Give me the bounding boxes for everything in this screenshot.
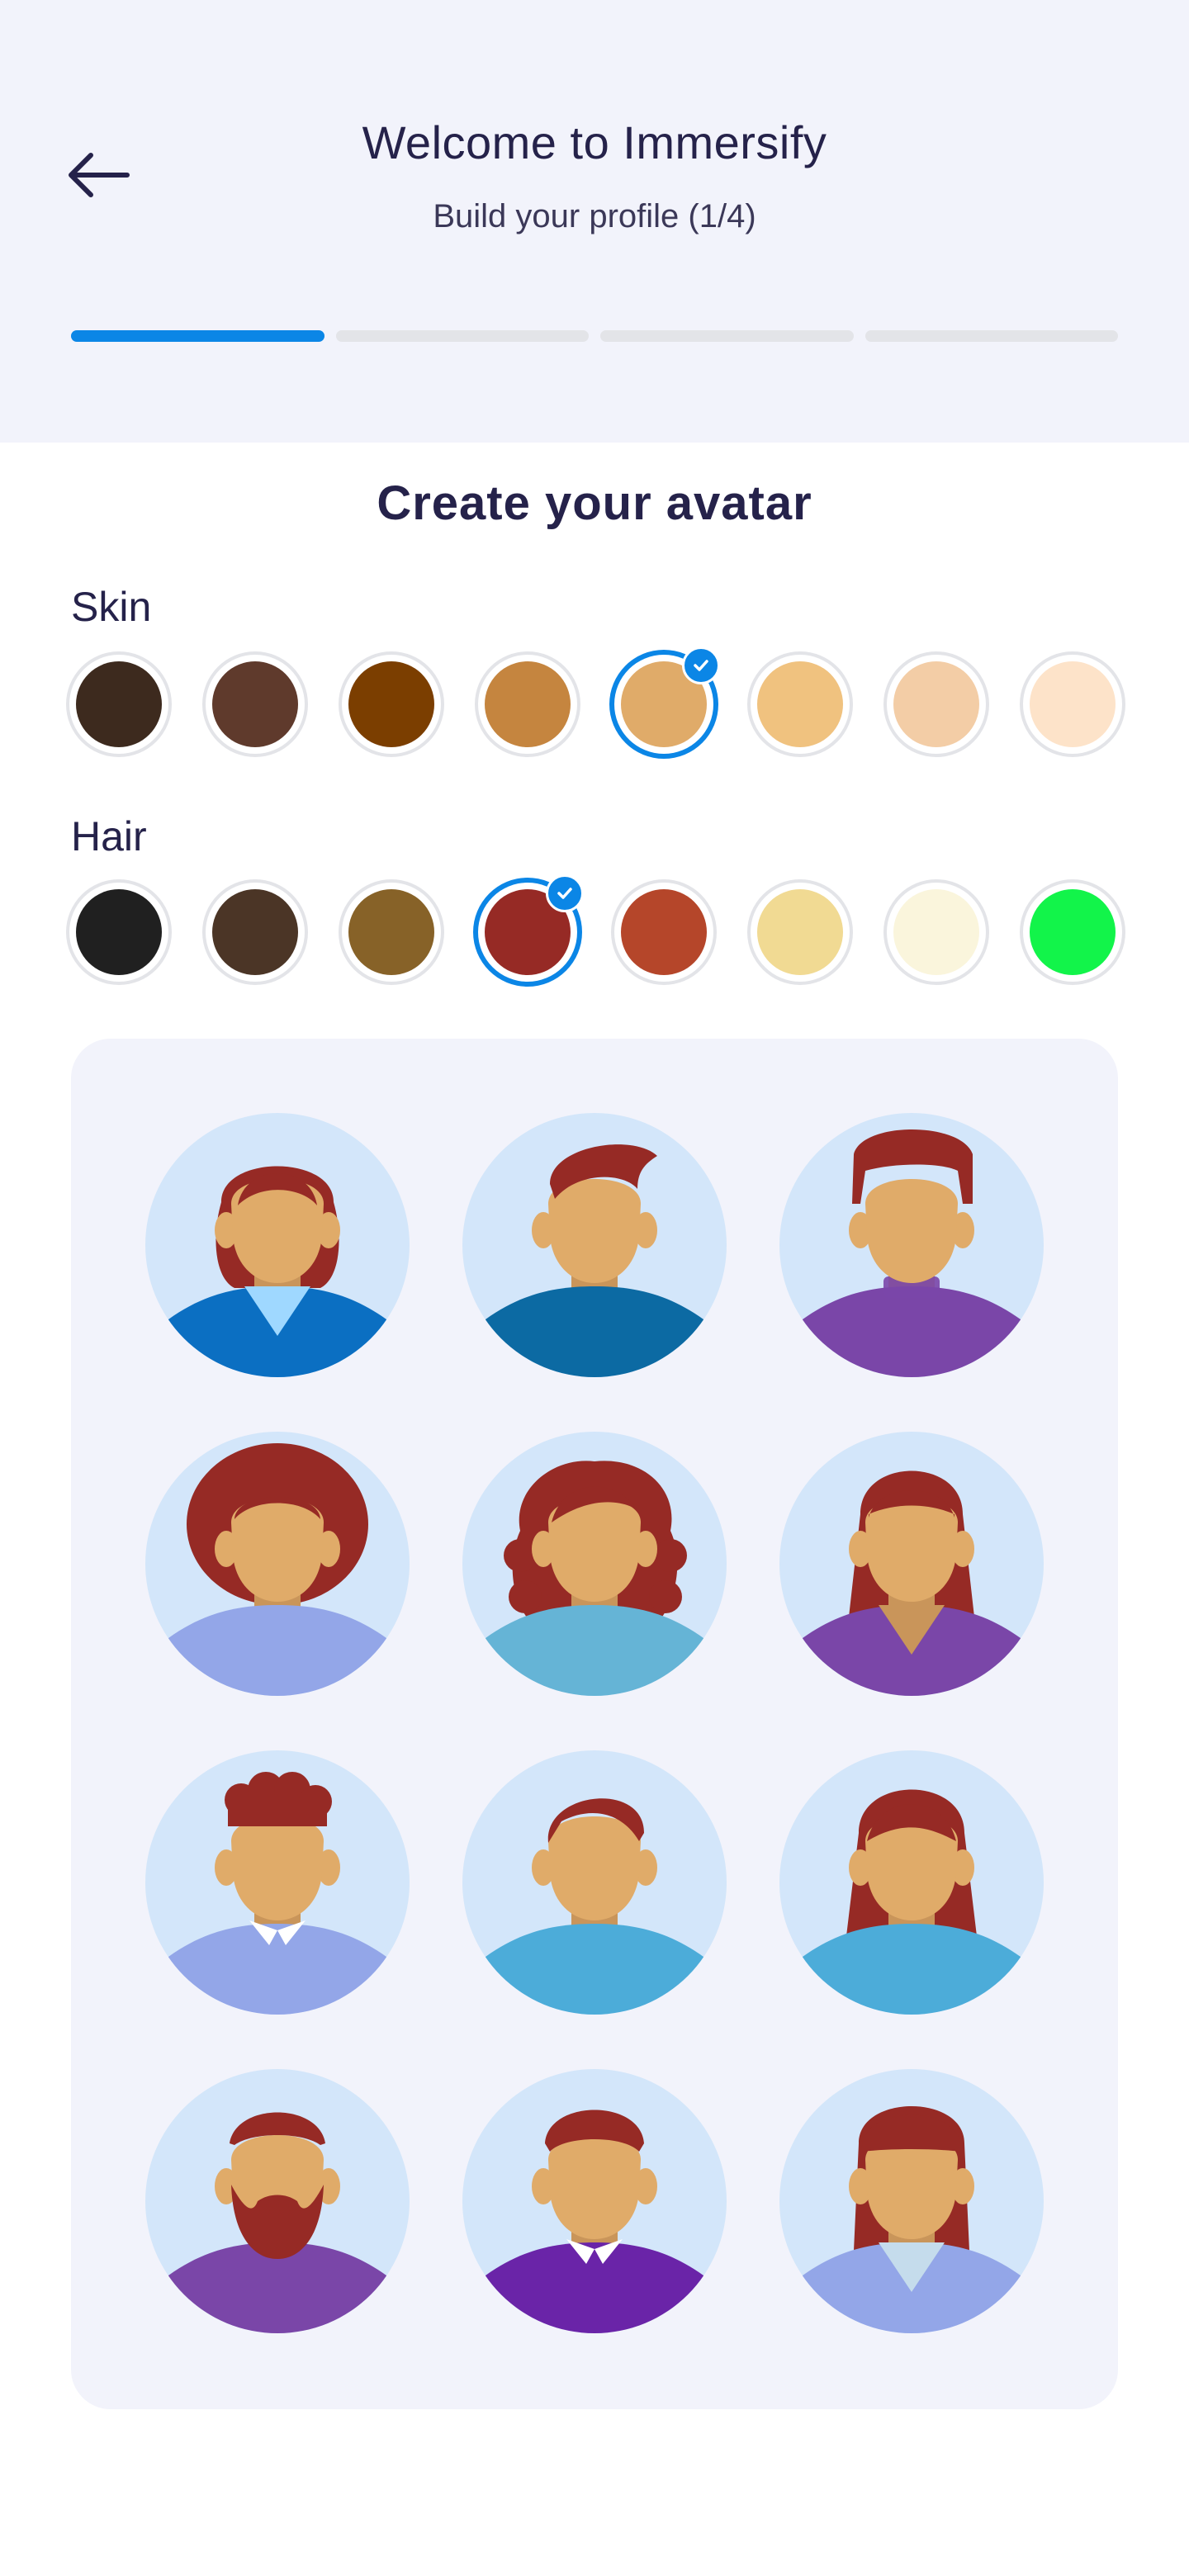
avatar-quiff-purple[interactable] <box>779 1113 1044 1377</box>
hair-swatch-color <box>348 889 434 975</box>
avatar-bob-blue[interactable] <box>145 1113 410 1377</box>
hair-swatch-5[interactable] <box>614 883 713 982</box>
skin-swatch-1[interactable] <box>69 655 168 754</box>
hair-swatch-7[interactable] <box>887 883 986 982</box>
skin-swatch-color <box>348 661 434 747</box>
hair-swatch-1[interactable] <box>69 883 168 982</box>
hair-swatch-8[interactable] <box>1023 883 1122 982</box>
avatar-panel <box>71 1039 1118 2409</box>
progress-step-3 <box>600 330 854 342</box>
avatar-curlytop-collar[interactable] <box>145 1750 410 2015</box>
progress-step-2 <box>335 330 589 342</box>
header: Welcome to Immersify Build your profile … <box>0 0 1189 443</box>
skin-swatch-color <box>485 661 571 747</box>
avatar-sidepart-blue[interactable] <box>462 1750 727 2015</box>
hair-swatch-color <box>76 889 162 975</box>
page-title: Welcome to Immersify <box>362 116 827 168</box>
avatar-afro-lavender[interactable] <box>145 1432 410 1696</box>
skin-swatch-color <box>212 661 298 747</box>
skin-swatch-4[interactable] <box>478 655 577 754</box>
page-subtitle: Build your profile (1/4) <box>433 198 756 234</box>
skin-swatch-color <box>76 661 162 747</box>
check-icon <box>682 646 720 684</box>
avatar-curly-skyblue[interactable] <box>462 1432 727 1696</box>
hair-swatch-4[interactable] <box>478 874 584 982</box>
avatar-longwave-blue[interactable] <box>779 1750 1044 2015</box>
skin-swatch-7[interactable] <box>887 655 986 754</box>
progress-step-4 <box>865 330 1118 342</box>
avatar-long-purple[interactable] <box>779 1432 1044 1696</box>
skin-swatch-8[interactable] <box>1023 655 1122 754</box>
progress-bar <box>71 330 1118 342</box>
skin-swatch-color <box>1030 661 1116 747</box>
avatar-short-collar[interactable] <box>462 2069 727 2333</box>
hair-swatch-color <box>1030 889 1116 975</box>
progress-step-1 <box>71 330 324 342</box>
hair-swatch-2[interactable] <box>206 883 305 982</box>
skin-swatch-3[interactable] <box>342 655 441 754</box>
skin-color-picker <box>66 646 1128 762</box>
skin-swatch-5[interactable] <box>614 646 720 754</box>
hair-label: Hair <box>71 813 147 859</box>
skin-swatch-6[interactable] <box>751 655 850 754</box>
hair-swatch-6[interactable] <box>751 883 850 982</box>
hair-swatch-color <box>621 889 707 975</box>
check-icon <box>546 874 584 912</box>
avatar-bangs-lavender[interactable] <box>779 2069 1044 2333</box>
avatar-beard-purple[interactable] <box>145 2069 410 2333</box>
avatar-grid <box>145 1113 1044 2351</box>
hair-color-picker <box>66 874 1128 990</box>
hair-swatch-color <box>212 889 298 975</box>
skin-swatch-color <box>893 661 979 747</box>
skin-label: Skin <box>71 584 152 630</box>
skin-swatch-color <box>757 661 843 747</box>
hair-swatch-3[interactable] <box>342 883 441 982</box>
section-title: Create your avatar <box>377 476 812 530</box>
avatar-swept-teal[interactable] <box>462 1113 727 1377</box>
skin-swatch-2[interactable] <box>206 655 305 754</box>
hair-swatch-color <box>893 889 979 975</box>
hair-swatch-color <box>757 889 843 975</box>
